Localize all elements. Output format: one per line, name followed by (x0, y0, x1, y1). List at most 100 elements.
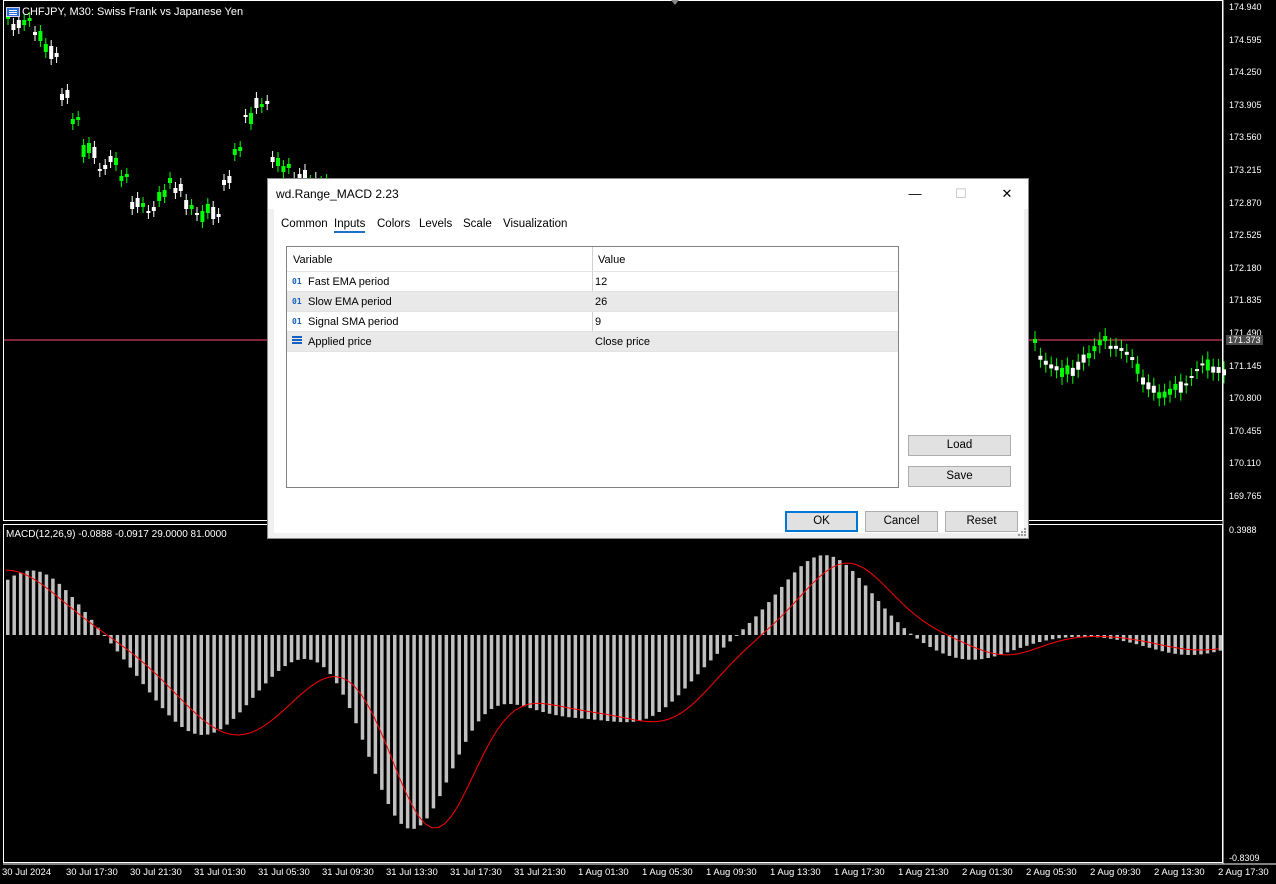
histogram-bar (141, 635, 145, 685)
histogram-bar (489, 635, 494, 710)
time-tick-label: 30 Jul 21:30 (130, 867, 182, 878)
candle-body (227, 176, 232, 183)
table-row[interactable]: 01 Slow EMA period 26 (287, 291, 898, 311)
candle-body (22, 20, 27, 25)
histogram-bar (631, 635, 636, 722)
tab-scale[interactable]: Scale (463, 218, 492, 230)
time-tick-label: 31 Jul 13:30 (386, 867, 438, 878)
minimize-icon[interactable]: — (892, 179, 938, 209)
candle-body (65, 90, 70, 98)
histogram-bar (1154, 635, 1158, 650)
histogram-bar (857, 577, 861, 635)
candle-body (1081, 354, 1086, 363)
save-button[interactable]: Save (908, 466, 1011, 487)
chart-symbol-title: CHFJPY, M30: Swiss Frank vs Japanese Yen (22, 6, 244, 18)
time-tick-label: 31 Jul 17:30 (450, 867, 502, 878)
histogram-bar (1192, 635, 1197, 655)
histogram-bar (1199, 635, 1203, 655)
candle-body (1184, 383, 1189, 386)
candle-body (1108, 345, 1113, 349)
candle-body (38, 31, 43, 41)
tab-panel: Common Inputs Colors Levels Scale Visual… (274, 209, 1024, 533)
variable-value[interactable]: 26 (595, 296, 607, 308)
candle-body (1173, 383, 1178, 390)
histogram-bar (702, 635, 707, 668)
candle-body (27, 18, 32, 21)
histogram-bar (1044, 635, 1048, 641)
price-tick-label: 172.180 (1229, 262, 1262, 273)
histogram-bar (638, 635, 642, 721)
histogram-bar (399, 635, 403, 824)
histogram-bar (709, 635, 713, 661)
table-row[interactable]: Applied price Close price (287, 331, 898, 352)
tab-colors[interactable]: Colors (377, 218, 410, 230)
histogram-bar (947, 635, 952, 656)
variable-value[interactable]: 9 (595, 316, 601, 328)
time-tick-label: 1 Aug 09:30 (706, 867, 757, 878)
histogram-bar (470, 635, 474, 731)
candle-body (1168, 388, 1172, 395)
price-tick-label: 169.765 (1229, 491, 1262, 501)
histogram-bar (412, 635, 416, 829)
variable-value[interactable]: 12 (595, 276, 607, 288)
histogram-bar (1147, 635, 1152, 648)
close-icon[interactable]: ✕ (984, 179, 1030, 209)
histogram-bar (438, 635, 442, 797)
histogram-bar (625, 635, 629, 723)
candle-body (114, 158, 118, 165)
time-tick-label: 31 Jul 01:30 (194, 867, 246, 878)
cancel-button[interactable]: Cancel (865, 511, 938, 532)
histogram-bar (1167, 635, 1171, 653)
histogram-bar (760, 609, 765, 635)
ok-button[interactable]: OK (785, 511, 858, 532)
price-tick-label: 170.110 (1229, 458, 1261, 469)
load-button[interactable]: Load (908, 435, 1011, 456)
header-value[interactable]: Value (598, 254, 625, 266)
tab-levels[interactable]: Levels (419, 218, 452, 230)
histogram-bar (773, 594, 778, 635)
histogram-bar (322, 635, 326, 668)
candle-body (232, 149, 237, 155)
histogram-bar (831, 556, 836, 635)
histogram-bar (618, 635, 623, 723)
candle-body (249, 113, 253, 124)
candle-body (265, 101, 270, 104)
candle-body (270, 157, 275, 162)
time-tick-label: 1 Aug 21:30 (898, 867, 949, 878)
histogram-bar (83, 612, 87, 635)
histogram-bar (283, 635, 287, 667)
candle-body (54, 53, 59, 57)
reset-button[interactable]: Reset (945, 511, 1018, 532)
histogram-bar (1057, 635, 1061, 639)
price-tick-label: 173.560 (1229, 132, 1262, 143)
dialog-titlebar[interactable]: wd.Range_MACD 2.23 — ☐ ✕ (268, 179, 1028, 209)
table-row[interactable]: 01 Signal SMA period 9 (287, 311, 898, 331)
time-tick-label: 2 Aug 09:30 (1090, 867, 1141, 878)
table-row[interactable]: 01 Fast EMA period 12 (287, 271, 898, 291)
histogram-bar (580, 635, 584, 719)
time-tick-label: 2 Aug 01:30 (962, 867, 1013, 878)
variable-value[interactable]: Close price (595, 336, 650, 348)
inputs-table[interactable]: Variable Value 01 Fast EMA period 12 01 … (286, 246, 899, 488)
histogram-bar (1005, 635, 1010, 653)
histogram-bar (1063, 635, 1068, 638)
histogram-bar (257, 635, 262, 691)
time-tick-label: 1 Aug 13:30 (770, 867, 821, 878)
histogram-bar (347, 635, 352, 709)
candle-body (1076, 361, 1081, 370)
candle-body (1060, 367, 1064, 377)
histogram-bar (883, 608, 887, 635)
histogram-bar (696, 635, 700, 675)
histogram-bar (160, 635, 165, 709)
resize-grip-icon[interactable] (1018, 528, 1026, 536)
histogram-bar (393, 635, 397, 816)
header-variable[interactable]: Variable (293, 254, 333, 266)
tab-visualization[interactable]: Visualization (503, 218, 567, 230)
histogram-bar (496, 635, 500, 706)
tab-common[interactable]: Common (281, 218, 328, 230)
histogram-bar (515, 635, 520, 705)
candle-body (1141, 377, 1145, 385)
candle-body (184, 200, 189, 209)
tab-inputs[interactable]: Inputs (334, 218, 366, 233)
candle-body (124, 174, 129, 177)
